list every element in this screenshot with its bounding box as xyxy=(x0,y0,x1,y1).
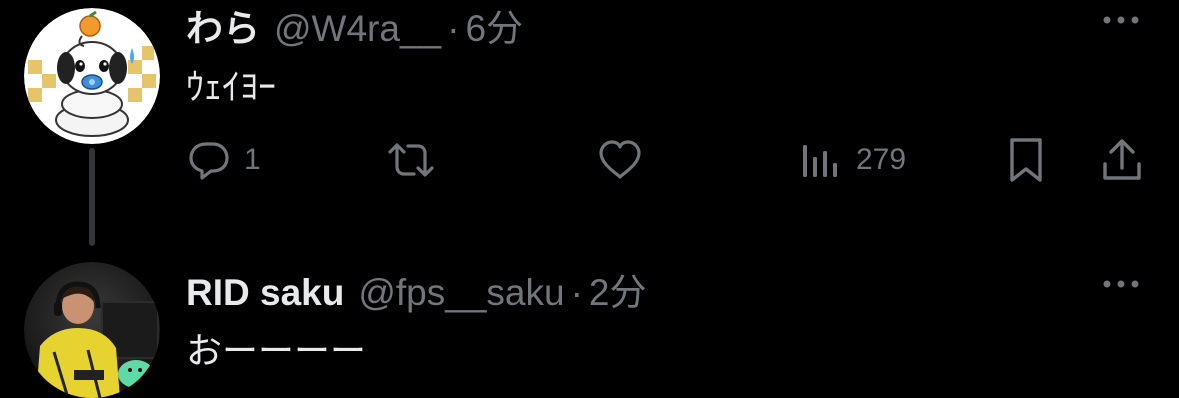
tweet-header: わら @W4ra__ · 6分 xyxy=(186,0,523,49)
display-name[interactable]: わら xyxy=(186,0,260,52)
bookmark-button[interactable] xyxy=(1006,136,1046,184)
views-icon xyxy=(800,137,844,183)
views-button[interactable]: 279 xyxy=(800,136,906,184)
reply-button[interactable]: 1 xyxy=(186,136,261,184)
thread-connector-line xyxy=(89,148,95,246)
user-handle[interactable]: @W4ra__ xyxy=(274,8,441,50)
retweet-icon xyxy=(386,137,436,183)
tweet-text: ｳｪｲﾖｰ xyxy=(186,66,276,107)
reply-count: 1 xyxy=(244,143,261,176)
tweet-header: RID saku @fps__saku · 2分 xyxy=(186,262,646,313)
tweet[interactable]: わら @W4ra__ · 6分 ｳｪｲﾖｰ 1 279 xyxy=(0,0,1179,246)
like-button[interactable] xyxy=(596,136,656,184)
bookmark-icon xyxy=(1006,136,1046,184)
user-handle[interactable]: @fps__saku xyxy=(358,272,564,314)
timestamp[interactable]: 6分 xyxy=(465,0,523,52)
reply-icon xyxy=(186,137,232,183)
share-icon xyxy=(1100,136,1144,184)
snake-mascot-avatar-icon[interactable] xyxy=(24,8,160,144)
retweet-button[interactable] xyxy=(386,136,448,184)
gamer-photo-avatar-icon[interactable] xyxy=(24,262,160,398)
separator-dot: · xyxy=(570,272,583,313)
tweet[interactable]: RID saku @fps__saku · 2分 おーーーー xyxy=(0,250,1179,398)
separator-dot: · xyxy=(447,8,460,49)
display-name[interactable]: RID saku xyxy=(186,272,344,314)
tweet-actions: 1 279 xyxy=(186,136,1156,184)
timestamp[interactable]: 2分 xyxy=(589,262,647,316)
tweet-text: おーーーー xyxy=(186,330,367,371)
more-icon[interactable] xyxy=(1099,10,1143,30)
views-count: 279 xyxy=(856,143,907,176)
heart-icon xyxy=(596,137,644,183)
more-icon[interactable] xyxy=(1099,274,1143,294)
share-button[interactable] xyxy=(1100,136,1144,184)
